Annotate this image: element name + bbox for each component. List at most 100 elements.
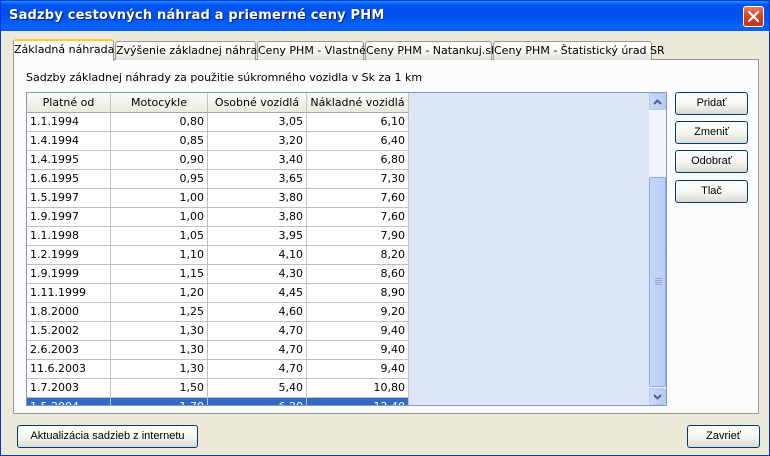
column-header-cars[interactable]: Osobné vozidlá	[208, 93, 307, 113]
cell-motorcycles: 1,30	[111, 341, 208, 360]
cell-valid-from: 1.5.1997	[27, 189, 111, 208]
cell-cars: 3,95	[208, 227, 307, 246]
print-button[interactable]: Tlač	[675, 180, 748, 203]
cell-trucks: 7,60	[307, 189, 409, 208]
cell-trucks: 9,40	[307, 360, 409, 379]
cell-trucks: 7,30	[307, 170, 409, 189]
cell-cars: 3,80	[208, 189, 307, 208]
cell-trucks: 6,40	[307, 132, 409, 151]
cell-motorcycles: 0,95	[111, 170, 208, 189]
cell-valid-from: 1.2.1999	[27, 246, 111, 265]
cell-trucks: 6,80	[307, 151, 409, 170]
add-button[interactable]: Pridať	[675, 92, 748, 115]
table-header: Platné od Motocykle Osobné vozidlá Nákla…	[27, 93, 409, 113]
cell-valid-from: 1.1.1998	[27, 227, 111, 246]
cell-motorcycles: 1,10	[111, 246, 208, 265]
scroll-up-button[interactable]	[649, 93, 666, 110]
cell-cars: 6,20	[208, 398, 307, 405]
cell-cars: 4,60	[208, 303, 307, 322]
cell-cars: 4,10	[208, 246, 307, 265]
cell-cars: 4,30	[208, 265, 307, 284]
cell-cars: 3,40	[208, 151, 307, 170]
rates-table-body: Platné od Motocykle Osobné vozidlá Nákla…	[27, 93, 409, 405]
cell-valid-from: 1.11.1999	[27, 284, 111, 303]
cell-trucks: 9,20	[307, 303, 409, 322]
vertical-scrollbar[interactable]	[649, 93, 666, 405]
remove-button[interactable]: Odobrať	[675, 150, 748, 173]
cell-trucks: 7,60	[307, 208, 409, 227]
tab-fuel-natankuj[interactable]: Ceny PHM - Natankuj.sk	[365, 41, 497, 60]
cell-cars: 4,45	[208, 284, 307, 303]
cell-trucks: 8,90	[307, 284, 409, 303]
table-row[interactable]: 1.1.1994 0,80 3,05 6,10	[27, 113, 409, 132]
table-row[interactable]: 1.9.1999 1,15 4,30 8,60	[27, 265, 409, 284]
cell-cars: 5,40	[208, 379, 307, 398]
cell-valid-from: 2.6.2003	[27, 341, 111, 360]
table-row[interactable]: 1.6.1995 0,95 3,65 7,30	[27, 170, 409, 189]
cell-motorcycles: 1,20	[111, 284, 208, 303]
table-row[interactable]: 1.9.1997 1,00 3,80 7,60	[27, 208, 409, 227]
cell-motorcycles: 1,00	[111, 208, 208, 227]
update-rates-button[interactable]: Aktualizácia sadzieb z internetu	[17, 425, 198, 448]
cell-valid-from: 1.8.2000	[27, 303, 111, 322]
table-row[interactable]: 1.8.2000 1,25 4,60 9,20	[27, 303, 409, 322]
tab-fuel-statistics-office[interactable]: Ceny PHM - Štatistický úrad SR	[493, 41, 665, 60]
column-header-valid-from[interactable]: Platné od	[27, 93, 111, 113]
cell-motorcycles: 1,70	[111, 398, 208, 405]
cell-motorcycles: 1,15	[111, 265, 208, 284]
cell-trucks: 6,10	[307, 113, 409, 132]
cell-motorcycles: 1,05	[111, 227, 208, 246]
scrollbar-thumb[interactable]	[649, 177, 666, 387]
table-row[interactable]: 2.6.2003 1,30 4,70 9,40	[27, 341, 409, 360]
window-title: Sadzby cestovných náhrad a priemerné cen…	[9, 8, 385, 23]
title-bar[interactable]: Sadzby cestovných náhrad a priemerné cen…	[1, 1, 769, 31]
cell-motorcycles: 1,50	[111, 379, 208, 398]
cell-motorcycles: 1,25	[111, 303, 208, 322]
cell-valid-from: 1.7.2003	[27, 379, 111, 398]
table-row[interactable]: 1.5.2002 1,30 4,70 9,40	[27, 322, 409, 341]
tab-basic-allowance[interactable]: Základná náhrada	[13, 39, 114, 61]
cell-cars: 3,20	[208, 132, 307, 151]
tab-fuel-own[interactable]: Ceny PHM - Vlastné	[257, 41, 366, 60]
cell-trucks: 9,40	[307, 341, 409, 360]
close-window-button[interactable]	[743, 6, 764, 27]
cell-trucks: 10,80	[307, 379, 409, 398]
cell-motorcycles: 1,30	[111, 360, 208, 379]
table-row[interactable]: 1.4.1994 0,85 3,20 6,40	[27, 132, 409, 151]
table-row[interactable]: 1.11.1999 1,20 4,45 8,90	[27, 284, 409, 303]
cell-valid-from: 1.5.2004	[27, 398, 111, 405]
edit-button[interactable]: Zmeniť	[675, 121, 748, 144]
cell-valid-from: 1.9.1997	[27, 208, 111, 227]
cell-cars: 4,70	[208, 322, 307, 341]
cell-valid-from: 1.5.2002	[27, 322, 111, 341]
rates-table[interactable]: Platné od Motocykle Osobné vozidlá Nákla…	[26, 92, 667, 406]
table-row[interactable]: 11.6.2003 1,30 4,70 9,40	[27, 360, 409, 379]
close-icon	[748, 11, 759, 22]
cell-cars: 3,80	[208, 208, 307, 227]
table-row[interactable]: 1.7.2003 1,50 5,40 10,80	[27, 379, 409, 398]
cell-cars: 3,65	[208, 170, 307, 189]
grip-icon	[655, 278, 662, 286]
table-row[interactable]: 1.5.1997 1,00 3,80 7,60	[27, 189, 409, 208]
cell-motorcycles: 0,85	[111, 132, 208, 151]
scroll-down-button[interactable]	[649, 388, 666, 405]
column-header-motorcycles[interactable]: Motocykle	[111, 93, 208, 113]
cell-valid-from: 1.1.1994	[27, 113, 111, 132]
panel-caption: Sadzby základnej náhrady za použitie súk…	[26, 71, 423, 84]
table-row[interactable]: 1.4.1995 0,90 3,40 6,80	[27, 151, 409, 170]
table-row[interactable]: 1.1.1998 1,05 3,95 7,90	[27, 227, 409, 246]
tab-allowance-increase[interactable]: Zvýšenie základnej náhrady	[115, 41, 271, 60]
cell-trucks: 9,40	[307, 322, 409, 341]
cell-valid-from: 1.4.1994	[27, 132, 111, 151]
cell-trucks: 7,90	[307, 227, 409, 246]
cell-cars: 3,05	[208, 113, 307, 132]
table-row-selected[interactable]: 1.5.20041,706,2012,40	[27, 398, 409, 405]
close-button[interactable]: Zavrieť	[687, 425, 760, 448]
table-row[interactable]: 1.2.1999 1,10 4,10 8,20	[27, 246, 409, 265]
cell-motorcycles: 1,30	[111, 322, 208, 341]
chevron-down-icon	[653, 393, 662, 400]
column-header-trucks[interactable]: Nákladné vozidlá	[307, 93, 409, 113]
cell-trucks: 12,40	[307, 398, 409, 405]
cell-motorcycles: 0,90	[111, 151, 208, 170]
cell-valid-from: 1.4.1995	[27, 151, 111, 170]
